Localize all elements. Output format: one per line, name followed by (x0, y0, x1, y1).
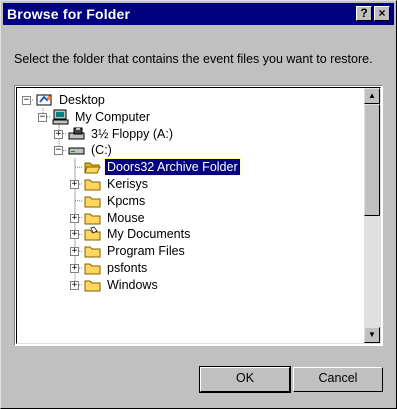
folder-icon (83, 176, 103, 192)
floppy-drive-icon (67, 126, 87, 142)
collapse-icon[interactable]: − (38, 112, 47, 122)
folder-tree[interactable]: Desktop − My Computer − 3½ Floppy (A:) + (C:) −… (14, 85, 383, 346)
tree-node-label: Windows (107, 277, 158, 292)
tree-node-label: Program Files (107, 244, 185, 259)
dialog-title: Browse for Folder (7, 6, 131, 22)
hard-drive-icon (67, 142, 87, 158)
expand-icon[interactable]: + (70, 280, 79, 290)
browse-folder-dialog: Browse for Folder ? × Select the folder … (0, 0, 397, 409)
folder-icon (83, 193, 103, 209)
open-folder-icon (83, 159, 103, 175)
tree-node-label: (C:) (91, 143, 112, 158)
tree-node-label: Kerisys (107, 177, 148, 191)
collapse-icon[interactable]: − (54, 146, 63, 156)
tree-node-label: Kpcms (107, 193, 146, 208)
prompt-text: Select the folder that contains the even… (14, 52, 373, 66)
folder-icon (83, 260, 103, 276)
expand-icon[interactable]: + (70, 213, 79, 223)
scroll-thumb[interactable] (364, 104, 380, 216)
folder-icon (83, 243, 103, 259)
folder-icon (83, 210, 103, 226)
tree-node-label: Mouse (107, 210, 145, 225)
documents-folder-icon (83, 226, 103, 242)
tree-node-label: psfonts (107, 261, 148, 275)
expand-icon[interactable]: + (70, 264, 79, 273)
folder-icon (83, 277, 103, 293)
help-button[interactable]: ? (356, 6, 372, 21)
tree-node-label: Desktop (59, 93, 105, 107)
scroll-down-button[interactable]: ▼ (364, 327, 380, 343)
collapse-icon[interactable]: − (22, 96, 31, 105)
expand-icon[interactable]: + (54, 129, 63, 139)
tree-node-label: Doors32 Archive Folder (104, 158, 241, 177)
vertical-scrollbar[interactable]: ▲ ▼ (364, 88, 380, 343)
ok-button[interactable]: OK (199, 366, 291, 393)
expand-icon[interactable]: + (70, 230, 79, 240)
expand-icon[interactable]: + (70, 247, 79, 257)
expand-icon[interactable]: + (70, 180, 79, 189)
tree-node-label: My Documents (107, 227, 191, 242)
close-button[interactable]: × (374, 6, 390, 21)
desktop-icon (35, 92, 55, 108)
cancel-button[interactable]: Cancel (293, 367, 383, 392)
title-bar[interactable]: Browse for Folder ? × (3, 3, 394, 25)
scroll-up-button[interactable]: ▲ (364, 88, 380, 104)
tree-node-label: 3½ Floppy (A:) (91, 126, 173, 141)
computer-icon (51, 109, 71, 125)
tree-node-label: My Computer (75, 109, 151, 124)
